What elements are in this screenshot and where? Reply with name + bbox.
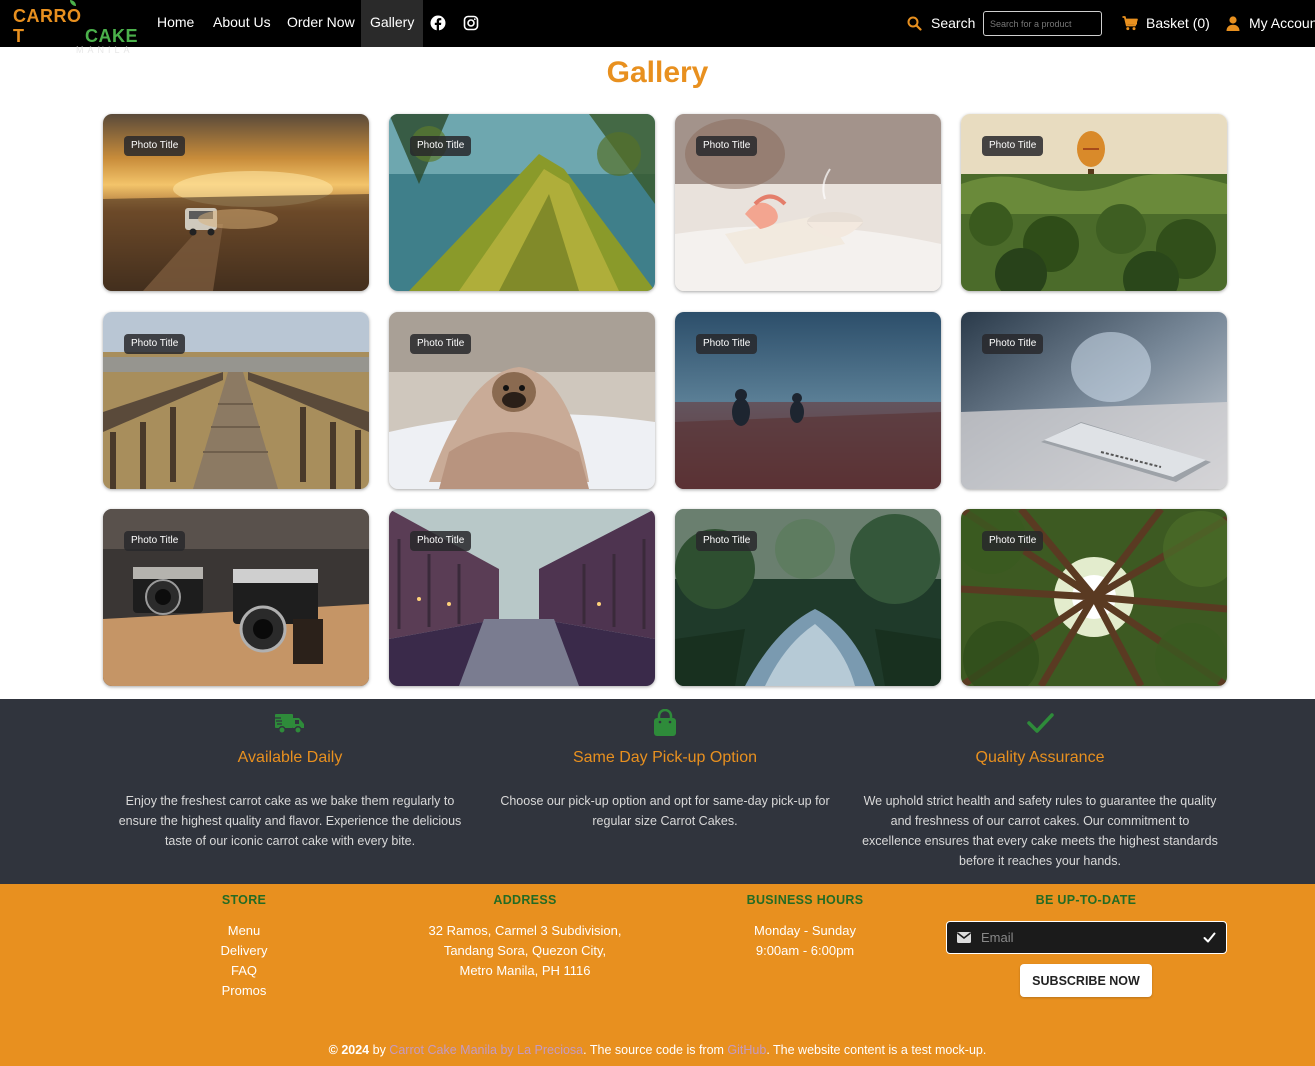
newsletter-email-field[interactable] <box>946 921 1227 954</box>
footer-link-delivery[interactable]: Delivery <box>164 941 324 961</box>
photo-desert-road[interactable]: Photo Title <box>103 114 369 291</box>
shopping-bag-icon <box>649 708 681 737</box>
photo-boardwalk[interactable]: Photo Title <box>103 312 369 489</box>
facebook-icon[interactable] <box>430 15 446 31</box>
basket-label: Basket (0) <box>1146 15 1210 31</box>
copyright-suffix: . The website content is a test mock-up. <box>766 1043 987 1057</box>
check-icon <box>1203 931 1216 944</box>
nav-about[interactable]: About Us <box>213 0 271 47</box>
hours-line: Monday - Sunday <box>754 923 856 938</box>
photo-hot-air-balloon[interactable]: Photo Title <box>961 114 1227 291</box>
photo-title-badge: Photo Title <box>124 334 186 354</box>
brand-logo[interactable]: CARR OT CAKE MANILA <box>13 0 138 55</box>
footer-hours-column: BUSINESS HOURS Monday - Sunday 9:00am - … <box>715 893 895 961</box>
address-line: Tandang Sora, Quezon City, <box>443 943 607 958</box>
brand-carrot-text: CARR OT <box>13 0 84 46</box>
feature-text: Choose our pick-up option and opt for sa… <box>500 794 830 828</box>
footer-newsletter-heading: BE UP-TO-DATE <box>1035 893 1137 907</box>
footer-store-heading: STORE <box>221 893 267 907</box>
subscribe-button[interactable]: SUBSCRIBE NOW <box>1020 964 1152 997</box>
account-label: My Account <box>1249 15 1315 31</box>
photo-title-badge: Photo Title <box>124 136 186 156</box>
brand-subtitle: MANILA <box>76 45 134 55</box>
footer-address-column: ADDRESS 32 Ramos, Carmel 3 Subdivision, … <box>400 893 650 981</box>
photo-title-badge: Photo Title <box>696 334 758 354</box>
footer-link-promos[interactable]: Promos <box>164 981 324 1001</box>
photo-title-badge: Photo Title <box>982 334 1044 354</box>
copyright-by: by <box>369 1043 390 1057</box>
photo-title-badge: Photo Title <box>696 531 758 551</box>
footer-newsletter-column: BE UP-TO-DATE <box>966 893 1206 907</box>
photo-title-badge: Photo Title <box>124 531 186 551</box>
photo-phone[interactable]: Photo Title <box>961 312 1227 489</box>
footer-link-faq[interactable]: FAQ <box>164 961 324 981</box>
search-label: Search <box>931 15 976 31</box>
instagram-icon[interactable] <box>463 15 479 31</box>
photo-title-badge: Photo Title <box>410 136 472 156</box>
photo-forest-stream[interactable]: Photo Title <box>675 509 941 686</box>
search-icon <box>907 16 922 31</box>
copyright-year: © 2024 <box>328 1043 370 1057</box>
email-input[interactable] <box>981 930 1181 945</box>
photo-title-badge: Photo Title <box>982 531 1044 551</box>
photo-title-badge: Photo Title <box>696 136 758 156</box>
footer-store-column: STORE Menu Delivery FAQ Promos <box>164 893 324 1001</box>
footer-link-menu[interactable]: Menu <box>164 921 324 941</box>
photo-title-badge: Photo Title <box>410 531 472 551</box>
brand-cake-text: CAKE <box>84 26 138 46</box>
search-button[interactable]: Search <box>907 0 975 47</box>
address-line: Metro Manila, PH 1116 <box>459 963 591 978</box>
copyright-line: © 2024 by Carrot Cake Manila by La Preci… <box>0 1043 1315 1057</box>
page-title: Gallery <box>606 56 709 89</box>
search-input[interactable] <box>983 11 1102 36</box>
address-line: 32 Ramos, Carmel 3 Subdivision, <box>428 923 622 938</box>
photo-cameras[interactable]: Photo Title <box>103 509 369 686</box>
user-icon <box>1226 16 1240 31</box>
footer-address-heading: ADDRESS <box>493 893 557 907</box>
company-link[interactable]: Carrot Cake Manila by La Preciosa <box>389 1043 583 1057</box>
envelope-icon <box>957 932 971 943</box>
navbar: CARR OT CAKE MANILA Home About Us Order N… <box>0 0 1315 55</box>
feature-title: Available Daily <box>237 749 343 766</box>
github-link[interactable]: GitHub <box>727 1043 766 1057</box>
photo-tea-cup[interactable]: Photo Title <box>675 114 941 291</box>
account-button[interactable]: My Account <box>1226 0 1315 47</box>
feature-text: Enjoy the freshest carrot cake as we bak… <box>118 794 462 848</box>
delivery-truck-icon <box>274 709 306 737</box>
feature-title: Quality Assurance <box>975 749 1105 766</box>
features-section: Available Daily Enjoy the freshest carro… <box>0 699 1315 884</box>
photo-redwood-canopy[interactable]: Photo Title <box>961 509 1227 686</box>
copyright-text: . The source code is from <box>583 1043 728 1057</box>
photo-mossy-tree[interactable]: Photo Title <box>389 114 655 291</box>
footer-hours-heading: BUSINESS HOURS <box>746 893 864 907</box>
checkmark-icon <box>1024 709 1056 737</box>
feature-text: We uphold strict health and safety rules… <box>862 794 1218 868</box>
photo-title-badge: Photo Title <box>982 136 1044 156</box>
photo-pug[interactable]: Photo Title <box>389 312 655 489</box>
nav-order[interactable]: Order Now <box>287 0 355 47</box>
feature-title: Same Day Pick-up Option <box>572 749 758 766</box>
cart-icon <box>1122 16 1138 31</box>
nav-home[interactable]: Home <box>157 0 194 47</box>
photo-title-badge: Photo Title <box>410 334 472 354</box>
photo-foggy-field[interactable]: Photo Title <box>675 312 941 489</box>
basket-button[interactable]: Basket (0) <box>1122 0 1210 47</box>
nav-gallery[interactable]: Gallery <box>361 0 424 47</box>
photo-canal[interactable]: Photo Title <box>389 509 655 686</box>
hours-line: 9:00am - 6:00pm <box>755 943 855 958</box>
